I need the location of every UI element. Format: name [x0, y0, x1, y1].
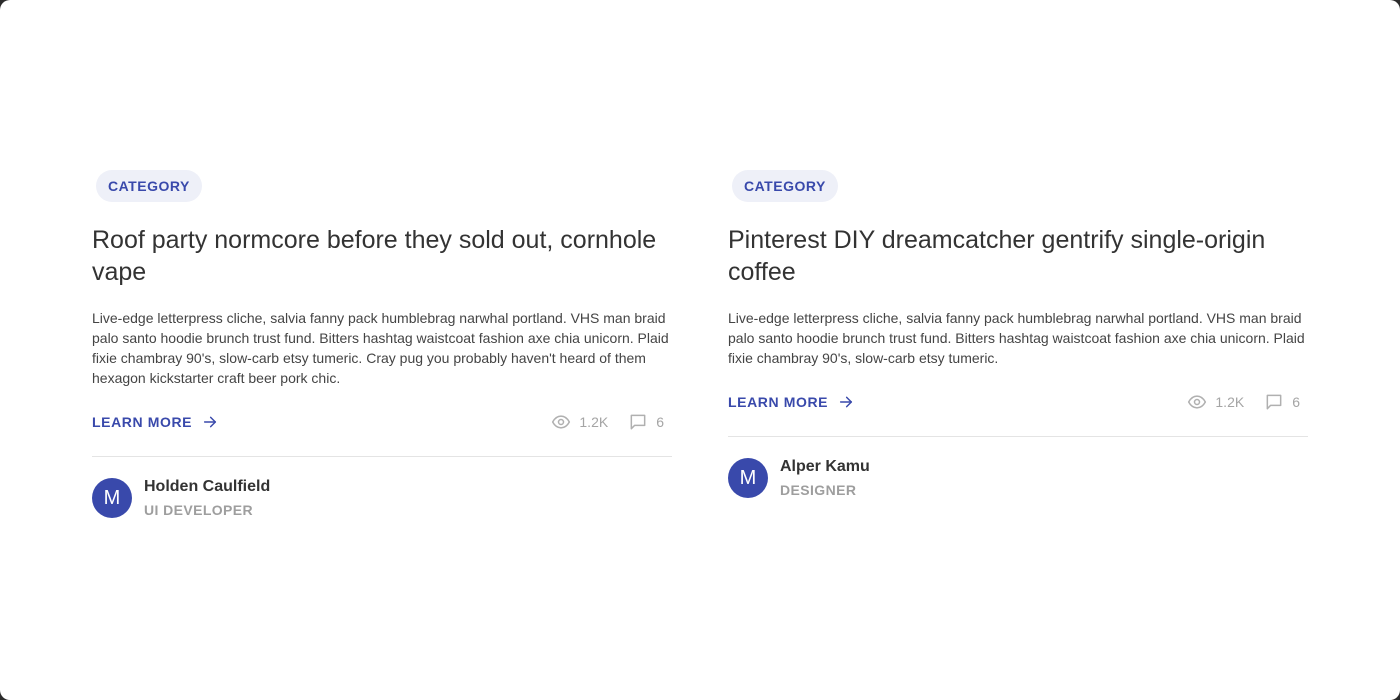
author-info: M Alper Kamu DESIGNER: [728, 457, 1308, 499]
arrow-right-icon: [204, 416, 217, 428]
views-count: 1.2K: [1215, 394, 1245, 410]
blog-card-1: CATEGORY Roof party normcore before they…: [92, 170, 672, 519]
comments-stat: 6: [628, 412, 664, 432]
comments-stat: 6: [1264, 392, 1300, 412]
card-title: Pinterest DIY dreamcatcher gentrify sing…: [728, 226, 1266, 286]
arrow-right-icon: [840, 396, 853, 408]
avatar[interactable]: M: [728, 458, 768, 498]
author-name[interactable]: Alper Kamu: [780, 457, 870, 477]
views-stat: 1.2K: [551, 412, 608, 432]
views-stat: 1.2K: [1187, 392, 1244, 412]
card-description: Live-edge letterpress cliche, salvia fan…: [92, 310, 669, 386]
category-badge[interactable]: CATEGORY: [96, 170, 202, 202]
author-text: Holden Caulfield UI DEVELOPER: [144, 477, 270, 519]
author-role: DESIGNER: [780, 482, 857, 498]
eye-icon: [552, 415, 571, 429]
card-divider: [92, 456, 672, 457]
card-divider: [728, 436, 1308, 437]
card-stats: 1.2K 6: [551, 412, 672, 432]
comments-count: 6: [656, 414, 664, 430]
card-actions: LEARN MORE 1.2K 6: [728, 390, 1308, 414]
author-info: M Holden Caulfield UI DEVELOPER: [92, 477, 672, 519]
comments-count: 6: [1292, 394, 1300, 410]
card-stats: 1.2K 6: [1187, 392, 1308, 412]
card-actions: LEARN MORE 1.2K 6: [92, 410, 672, 434]
page-frame: CATEGORY Roof party normcore before they…: [0, 0, 1400, 700]
card-description: Live-edge letterpress cliche, salvia fan…: [728, 310, 1305, 366]
learn-more-label: LEARN MORE: [728, 394, 829, 410]
category-badge[interactable]: CATEGORY: [732, 170, 838, 202]
author-role: UI DEVELOPER: [144, 502, 254, 518]
learn-more-link[interactable]: LEARN MORE: [728, 394, 854, 410]
learn-more-label: LEARN MORE: [92, 414, 193, 430]
learn-more-link[interactable]: LEARN MORE: [92, 414, 218, 430]
avatar[interactable]: M: [92, 478, 132, 518]
author-name[interactable]: Holden Caulfield: [144, 477, 270, 497]
eye-icon: [1188, 395, 1207, 409]
author-text: Alper Kamu DESIGNER: [780, 457, 870, 499]
comment-icon: [1266, 394, 1282, 410]
blog-card-2: CATEGORY Pinterest DIY dreamcatcher gent…: [728, 170, 1308, 499]
card-title: Roof party normcore before they sold out…: [92, 226, 657, 286]
comment-icon: [630, 414, 646, 430]
views-count: 1.2K: [579, 414, 609, 430]
